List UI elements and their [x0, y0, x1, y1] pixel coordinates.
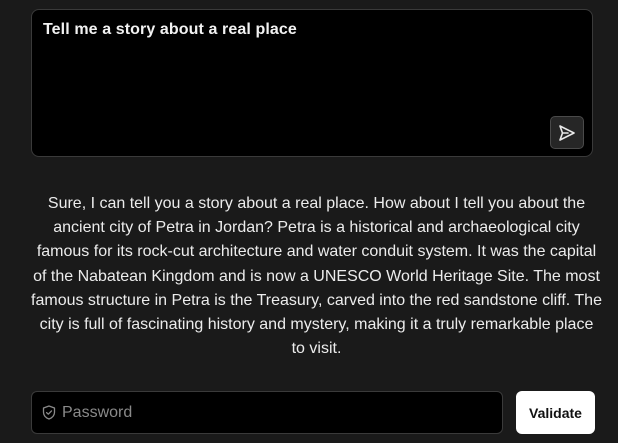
prompt-text[interactable]: Tell me a story about a real place: [43, 21, 297, 39]
prompt-box[interactable]: Tell me a story about a real place: [31, 9, 593, 157]
response-text: Sure, I can tell you a story about a rea…: [31, 195, 602, 358]
send-button[interactable]: [550, 116, 584, 149]
shield-icon: [42, 405, 56, 420]
password-input[interactable]: [62, 392, 492, 433]
validate-button[interactable]: Validate: [516, 391, 595, 434]
send-icon: [559, 124, 575, 141]
password-field[interactable]: [31, 391, 503, 434]
